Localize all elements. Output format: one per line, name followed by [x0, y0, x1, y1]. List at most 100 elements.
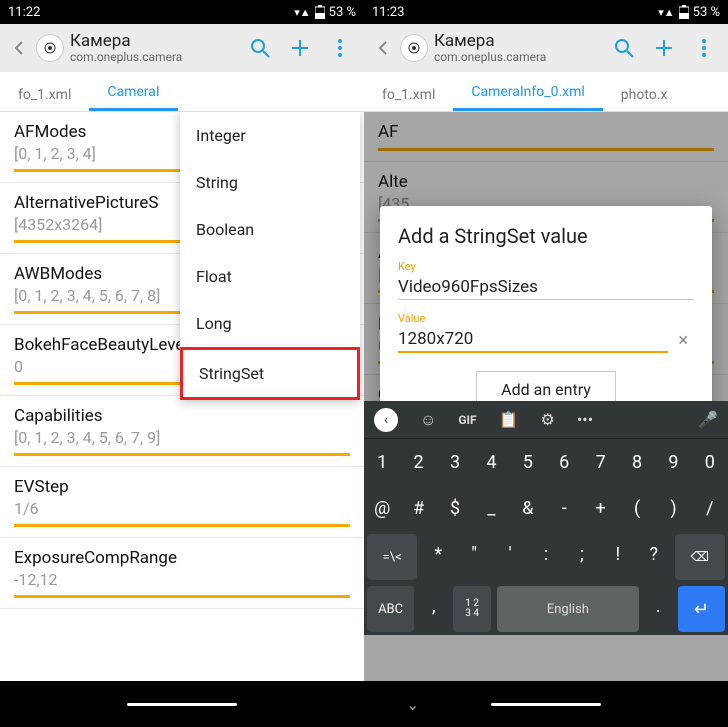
- key-dquote[interactable]: ": [456, 531, 492, 577]
- app-header: Камера com.oneplus.camera: [0, 24, 364, 72]
- key-question[interactable]: ?: [636, 531, 672, 577]
- key-backspace[interactable]: ⌫: [675, 534, 725, 580]
- key-symbols-shift[interactable]: =\<: [367, 534, 417, 580]
- battery-text: 53 %: [329, 5, 356, 20]
- key-period[interactable]: .: [642, 583, 675, 629]
- kb-hide-icon[interactable]: ⌄: [406, 691, 419, 717]
- tab-file-2[interactable]: CameraI: [89, 76, 177, 111]
- nav-bar: ⌄: [364, 681, 728, 727]
- tab-file-1[interactable]: fo_1.xml: [0, 79, 89, 111]
- pref-key: EVStep: [14, 477, 350, 497]
- list-item[interactable]: ExposureCompRange -12,12: [0, 538, 364, 609]
- key-comma[interactable]: ,: [417, 583, 450, 629]
- gif-icon[interactable]: GIF: [458, 413, 476, 427]
- dropdown-item-integer[interactable]: Integer: [180, 112, 360, 159]
- pref-value: [0, 1, 2, 3, 4, 5, 6, 7, 9]: [14, 428, 350, 447]
- sticker-icon[interactable]: ☺: [420, 410, 436, 430]
- key-star[interactable]: *: [420, 531, 456, 577]
- key-bang[interactable]: !: [600, 531, 636, 577]
- key-enter[interactable]: ↵: [678, 586, 725, 632]
- overflow-icon[interactable]: [684, 38, 724, 58]
- app-title: Камера: [70, 32, 240, 51]
- key-amp[interactable]: &: [510, 485, 546, 531]
- key-5[interactable]: 5: [510, 439, 546, 485]
- overflow-icon[interactable]: [320, 38, 360, 58]
- key-dollar[interactable]: $: [437, 485, 473, 531]
- key-plus[interactable]: +: [582, 485, 618, 531]
- clipboard-icon[interactable]: 📋: [499, 410, 519, 429]
- key-input[interactable]: Video960FpsSizes: [398, 275, 694, 300]
- add-icon[interactable]: [644, 37, 684, 59]
- divider-accent: [14, 595, 350, 598]
- list-item[interactable]: Capabilities [0, 1, 2, 3, 4, 5, 6, 7, 9]: [0, 396, 364, 467]
- battery-icon: [315, 5, 325, 19]
- key-numpad[interactable]: 1 2 3 4: [453, 586, 491, 632]
- kb-collapse-icon[interactable]: ‹: [374, 408, 398, 432]
- value-label: Value: [398, 312, 694, 325]
- key-colon[interactable]: :: [528, 531, 564, 577]
- nav-bar: [0, 681, 364, 727]
- value-input[interactable]: 1280x720: [398, 327, 668, 353]
- dropdown-item-stringset[interactable]: StringSet: [180, 347, 360, 400]
- app-icon: [36, 34, 64, 62]
- key-8[interactable]: 8: [619, 439, 655, 485]
- settings-icon[interactable]: ⚙: [541, 410, 555, 429]
- battery-text: 53 %: [693, 5, 720, 20]
- key-abc[interactable]: ABC: [367, 586, 414, 632]
- dialog-title: Add a StringSet value: [398, 224, 694, 248]
- key-underscore[interactable]: _: [473, 485, 509, 531]
- back-icon[interactable]: [368, 32, 400, 64]
- tab-file-2[interactable]: CameraInfo_0.xml: [453, 76, 602, 111]
- key-space[interactable]: English: [497, 586, 639, 632]
- tab-file-1[interactable]: fo_1.xml: [364, 79, 453, 111]
- divider-accent: [14, 524, 350, 527]
- dropdown-item-float[interactable]: Float: [180, 253, 360, 300]
- kb-row-4: ABC , 1 2 3 4 English . ↵: [364, 583, 728, 635]
- wifi-icon: ▾▲: [294, 6, 310, 19]
- key-0[interactable]: 0: [692, 439, 728, 485]
- key-slash[interactable]: /: [692, 485, 728, 531]
- phone-right: 11:23 ▾▲ 53 % Камера com.oneplus.camera …: [364, 0, 728, 727]
- divider-accent: [14, 453, 350, 456]
- key-semicolon[interactable]: ;: [564, 531, 600, 577]
- key-2[interactable]: 2: [400, 439, 436, 485]
- tab-bar: fo_1.xml CameraI: [0, 72, 364, 112]
- back-icon[interactable]: [4, 32, 36, 64]
- phone-left: 11:22 ▾▲ 53 % Камера com.oneplus.camera …: [0, 0, 364, 727]
- pref-key: Capabilities: [14, 406, 350, 426]
- key-at[interactable]: @: [364, 485, 400, 531]
- dropdown-item-string[interactable]: String: [180, 159, 360, 206]
- kb-row-1: 1 2 3 4 5 6 7 8 9 0: [364, 439, 728, 485]
- kb-row-3: =\< * " ' : ; ! ? ⌫: [364, 531, 728, 583]
- key-hash[interactable]: #: [400, 485, 436, 531]
- key-squote[interactable]: ': [492, 531, 528, 577]
- key-lparen[interactable]: (: [619, 485, 655, 531]
- more-icon[interactable]: •••: [577, 410, 593, 429]
- key-label: Key: [398, 260, 694, 273]
- dropdown-item-long[interactable]: Long: [180, 300, 360, 347]
- app-subtitle: com.oneplus.camera: [70, 51, 240, 64]
- list-item[interactable]: EVStep 1/6: [0, 467, 364, 538]
- status-time: 11:23: [372, 5, 404, 20]
- nav-handle[interactable]: [491, 703, 601, 706]
- key-1[interactable]: 1: [364, 439, 400, 485]
- tab-file-3[interactable]: photo.x: [603, 79, 686, 111]
- app-icon: [400, 34, 428, 62]
- mic-icon[interactable]: 🎤: [698, 410, 718, 429]
- key-7[interactable]: 7: [582, 439, 618, 485]
- key-3[interactable]: 3: [437, 439, 473, 485]
- key-minus[interactable]: -: [546, 485, 582, 531]
- status-time: 11:22: [8, 5, 40, 20]
- key-rparen[interactable]: ): [655, 485, 691, 531]
- clear-value-icon[interactable]: ×: [668, 330, 694, 363]
- status-bar: 11:22 ▾▲ 53 %: [0, 0, 364, 24]
- soft-keyboard: ‹ ☺ GIF 📋 ⚙ ••• 🎤 1 2 3 4 5 6 7 8 9 0: [364, 401, 728, 635]
- nav-handle[interactable]: [127, 703, 237, 706]
- search-icon[interactable]: [240, 37, 280, 59]
- key-4[interactable]: 4: [473, 439, 509, 485]
- search-icon[interactable]: [604, 37, 644, 59]
- add-icon[interactable]: [280, 37, 320, 59]
- key-9[interactable]: 9: [655, 439, 691, 485]
- dropdown-item-boolean[interactable]: Boolean: [180, 206, 360, 253]
- key-6[interactable]: 6: [546, 439, 582, 485]
